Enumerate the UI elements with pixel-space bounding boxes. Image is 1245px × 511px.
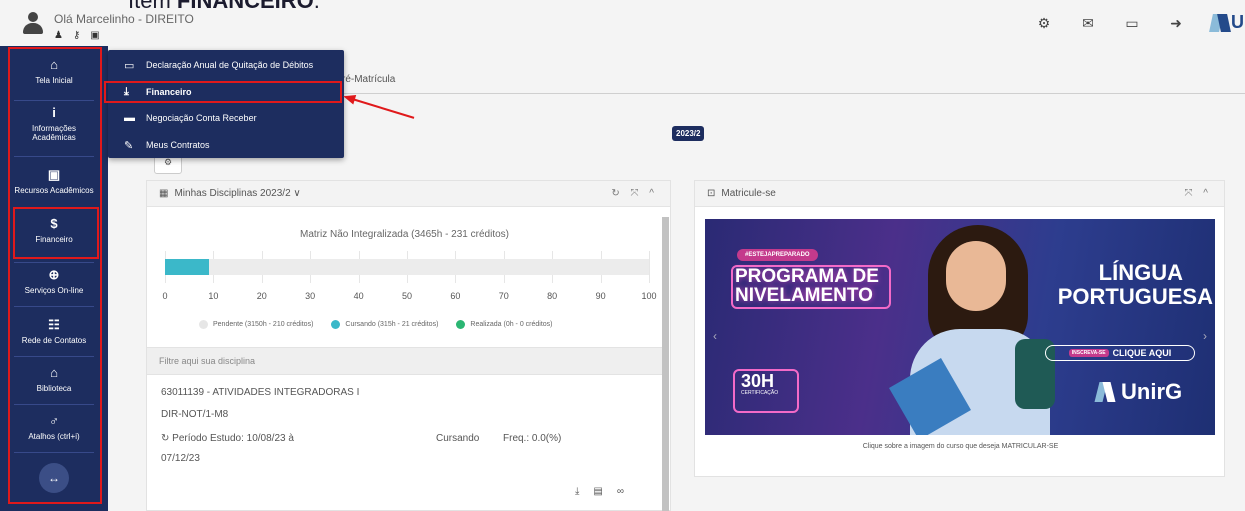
legend-item-pendente[interactable]: Pendente (3150h - 210 créditos) [199, 320, 313, 329]
discipline-filter-input[interactable]: Filtre aqui sua disciplina [147, 347, 662, 375]
carousel-prev-icon[interactable]: ‹ [713, 329, 717, 343]
tab-pre-matricula[interactable]: ré-Matrícula [342, 74, 395, 85]
axis-tick-60: 60 [450, 291, 461, 301]
discipline-actions: ⤓ ▤ ∞ [575, 486, 624, 497]
user-avatar-icon[interactable] [20, 10, 46, 36]
panel-tools[interactable]: ⤧ ^ [1185, 188, 1212, 199]
progress-bar-cursando [165, 259, 209, 275]
panel-tools[interactable]: ↻ ⤧ ^ [611, 188, 658, 199]
axis-tick-90: 90 [595, 291, 606, 301]
axis-tick-100: 100 [641, 291, 657, 301]
banner-caption: Clique sobre a imagem do curso que desej… [862, 443, 1059, 450]
user-edit-icon[interactable]: ♟ [54, 30, 63, 41]
cogs-icon[interactable]: ⚙ [1035, 15, 1053, 32]
legend-item-realizada[interactable]: Realizada (0h - 0 créditos) [456, 320, 553, 329]
disciplines-title[interactable]: Minhas Disciplinas 2023/2 ∨ [174, 188, 300, 199]
discipline-class: DIR-NOT/1-M8 [161, 409, 229, 420]
banner-unirg-logo: UnirG [1094, 379, 1182, 405]
chart-icon: ▦ [159, 188, 169, 199]
banner-hours: 30H CERTIFICAÇÃO [733, 369, 799, 413]
enroll-panel-header: ⊡ Matricule-se ⤧ ^ [695, 181, 1224, 207]
menu-item-declaracao-anual[interactable]: ▭ Declaração Anual de Quitação de Débito… [124, 55, 313, 75]
disciplines-panel-header: ▦ Minhas Disciplinas 2023/2 ∨ ↻ ⤧ ^ [147, 181, 670, 207]
banner-student-image [889, 219, 1060, 435]
contract-icon: ✎ [124, 139, 134, 152]
legend-item-cursando[interactable]: Cursando (315h - 21 créditos) [331, 320, 438, 329]
axis-tick-70: 70 [498, 291, 509, 301]
discipline-frequency: Freq.: 0.0(%) [503, 433, 562, 444]
discipline-status: Cursando [436, 433, 480, 444]
term-badge: 2023/2 [672, 126, 705, 141]
axis-tick-80: 80 [547, 291, 558, 301]
axis-tick-50: 50 [401, 291, 413, 301]
key-icon[interactable]: ⚷ [73, 30, 80, 41]
id-card-icon: ▭ [124, 59, 135, 72]
discipline-name[interactable]: 63011139 - ATIVIDADES INTEGRADORAS I [161, 387, 359, 398]
cart-icon: ⊡ [707, 188, 716, 199]
header-actions: ⚙ ✉ ▭ ➜ U [1035, 12, 1245, 34]
scrollbar-thumb[interactable] [662, 217, 669, 511]
discipline-period: ↻ Período Estudo: 10/08/23 à [161, 433, 294, 444]
progress-bar-track [165, 259, 649, 275]
banner-headline: PROGRAMA DE NIVELAMENTO [731, 265, 905, 309]
highlight-box-menu-financeiro [104, 81, 342, 103]
camera-icon[interactable]: ▣ [90, 30, 99, 41]
credit-card-icon: ▬ [124, 112, 135, 124]
chart-legend: Pendente (3150h - 210 créditos) Cursando… [199, 320, 553, 329]
axis-tick-20: 20 [256, 291, 267, 301]
gridline-100 [649, 251, 650, 283]
laptop-icon[interactable]: ▭ [1123, 15, 1141, 32]
link-icon[interactable]: ∞ [617, 486, 624, 497]
unirg-logo: U [1209, 12, 1245, 34]
legend-dot-pendente [199, 320, 208, 329]
legend-dot-cursando [331, 320, 341, 329]
download-icon[interactable]: ⤓ [575, 486, 579, 497]
highlight-box-sidebar [8, 47, 102, 504]
sign-out-icon[interactable]: ➜ [1167, 15, 1185, 32]
enroll-panel: ⊡ Matricule-se ⤧ ^ #ESTEJAPREPARADO PROG… [694, 180, 1225, 477]
document-icon[interactable]: ▤ [593, 486, 602, 497]
chart-axis-ticks: 0 10 20 30 40 50 60 70 80 90 100 [162, 291, 656, 303]
discipline-period-end: 07/12/23 [161, 453, 200, 464]
carousel-next-icon[interactable]: › [1203, 329, 1207, 343]
course-banner[interactable]: #ESTEJAPREPARADO PROGRAMA DE NIVELAMENTO… [705, 219, 1215, 435]
disciplines-panel: ▦ Minhas Disciplinas 2023/2 ∨ ↻ ⤧ ^ Matr… [146, 180, 671, 511]
banner-cta-button[interactable]: INSCREVA-SE CLIQUE AQUI [1045, 345, 1195, 361]
banner-hashtag: #ESTEJAPREPARADO [737, 249, 818, 261]
menu-item-meus-contratos[interactable]: ✎ Meus Contratos [124, 135, 210, 155]
axis-tick-40: 40 [353, 291, 364, 301]
legend-dot-realizada [456, 320, 466, 329]
user-greeting: Olá Marcelinho - DIREITO [54, 12, 194, 26]
axis-tick-30: 30 [305, 291, 316, 301]
chart-title: Matriz Não Integralizada (3465h - 231 cr… [300, 229, 509, 240]
axis-tick-0: 0 [162, 291, 168, 301]
annotation-arrow-line [348, 97, 415, 119]
user-mini-icons: ♟ ⚷ ▣ [54, 30, 100, 41]
axis-tick-10: 10 [208, 291, 219, 301]
envelope-icon[interactable]: ✉ [1079, 15, 1097, 32]
top-bar: Olá Marcelinho - DIREITO ♟ ⚷ ▣ ⚙ ✉ ▭ ➜ U [0, 0, 1245, 46]
banner-subject: LÍNGUA PORTUGUESA [1057, 260, 1213, 309]
enroll-title: Matricule-se [721, 188, 776, 199]
menu-item-negociacao[interactable]: ▬ Negociação Conta Receber [124, 108, 257, 128]
